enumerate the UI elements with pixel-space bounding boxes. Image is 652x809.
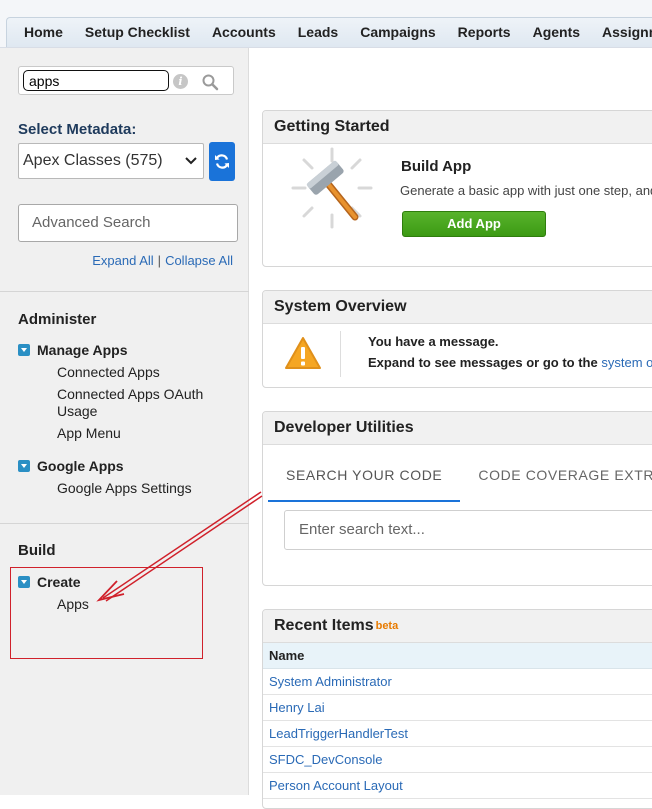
system-overview-link[interactable]: system o [601,355,652,370]
panel-title: Developer Utilities [263,412,652,445]
setup-sidebar: i Select Metadata: Apex Classes (575) Ad… [0,48,249,795]
top-navigation: Home Setup Checklist Accounts Leads Campaign… [0,0,652,48]
tab-assignments[interactable]: Assignments [591,18,652,46]
group-manage-apps[interactable]: Manage Apps [18,342,128,358]
table-row[interactable]: SFDC_DevConsole [263,747,652,773]
panel-title: Recent Items beta [263,610,652,643]
tab-home[interactable]: Home [7,18,74,46]
panel-title: System Overview [263,291,652,324]
table-row[interactable]: System Administrator [263,669,652,695]
sidebar-item-connected-apps[interactable]: Connected Apps [57,364,207,381]
table-row[interactable]: Henry Lai [263,695,652,721]
search-icon[interactable] [201,73,219,91]
info-icon[interactable]: i [173,74,188,89]
hammer-icon [291,147,373,229]
section-title-build: Build [18,542,56,559]
expand-collapse-links: Expand All | Collapse All [92,253,233,268]
recent-items-panel: Recent Items beta Name System Administrat… [262,609,652,809]
vertical-divider [340,331,341,377]
warning-icon [285,337,321,369]
tab-leads[interactable]: Leads [287,18,349,46]
link-separator: | [157,253,162,268]
panel-title: Getting Started [263,111,652,144]
beta-badge: beta [375,620,399,632]
collapse-triangle-icon[interactable] [18,460,30,472]
build-app-description: Generate a basic app with just one step,… [400,183,652,198]
tab-accounts[interactable]: Accounts [201,18,287,46]
group-label: Google Apps [37,458,124,474]
expand-all-link[interactable]: Expand All [92,253,153,268]
tab-setup-checklist[interactable]: Setup Checklist [74,18,201,46]
sidebar-divider [0,523,249,524]
select-metadata-label: Select Metadata: [18,121,137,138]
group-google-apps[interactable]: Google Apps [18,458,124,474]
code-search-input[interactable]: Enter search text... [284,510,652,550]
build-app-title: Build App [401,158,472,175]
tab-reports[interactable]: Reports [447,18,522,46]
metadata-select[interactable]: Apex Classes (575) [18,143,204,179]
group-label: Manage Apps [37,342,128,358]
collapse-all-link[interactable]: Collapse All [165,253,233,268]
quick-find-input[interactable] [23,70,169,91]
message-instructions-text: Expand to see messages or go to the [368,355,598,370]
annotation-highlight-box [10,567,203,659]
quick-find-box: i [18,66,234,95]
collapse-triangle-icon[interactable] [18,344,30,356]
column-header-name[interactable]: Name [263,643,652,669]
developer-tabs: SEARCH YOUR CODE CODE COVERAGE EXTRA [268,452,652,502]
sidebar-item-google-apps-settings[interactable]: Google Apps Settings [57,480,207,497]
tab-bar: Home Setup Checklist Accounts Leads Campaign… [6,17,652,47]
table-row[interactable]: Person Account Layout [263,773,652,799]
add-app-button[interactable]: Add App [402,211,546,237]
chevron-down-icon [185,157,197,165]
sidebar-item-app-menu[interactable]: App Menu [57,425,207,442]
table-row[interactable]: LeadTriggerHandlerTest [263,721,652,747]
section-title-administer: Administer [18,311,97,328]
refresh-icon [215,154,229,169]
refresh-button[interactable] [209,142,235,181]
tab-code-coverage[interactable]: CODE COVERAGE EXTRA [460,452,652,502]
advanced-search-input[interactable]: Advanced Search [18,204,238,242]
tab-campaigns[interactable]: Campaigns [349,18,446,46]
getting-started-panel: Getting Started Build App Generate a bas… [262,110,652,267]
metadata-selected-value: Apex Classes (575) [23,152,163,169]
message-instructions: Expand to see messages or go to the syst… [368,355,652,370]
system-overview-panel: System Overview You have a message. Expa… [262,290,652,388]
developer-utilities-panel: Developer Utilities SEARCH YOUR CODE CODE… [262,411,652,586]
sidebar-divider [0,291,249,292]
tab-agents[interactable]: Agents [522,18,591,46]
message-text: You have a message. [368,334,499,349]
tab-search-your-code[interactable]: SEARCH YOUR CODE [268,452,461,502]
recent-items-title: Recent Items [274,617,374,634]
sidebar-item-connected-apps-oauth-usage[interactable]: Connected Apps OAuth Usage [57,386,207,420]
